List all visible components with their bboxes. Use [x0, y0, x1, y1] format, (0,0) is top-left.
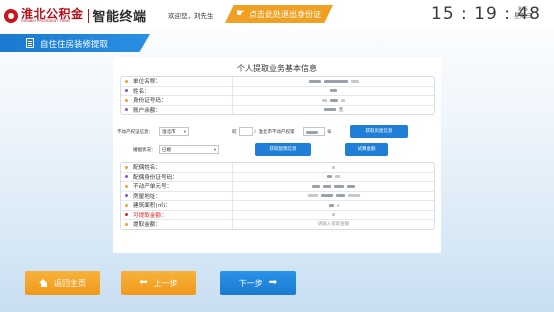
table-row: 房屋地址： — [121, 191, 434, 201]
row-label: 提取金额： — [133, 222, 161, 229]
row-value — [233, 163, 434, 172]
row-label: 账户余额： — [133, 107, 161, 114]
table-row: 配偶身份证号码： — [121, 172, 434, 182]
logout-button[interactable]: ☛ 点击此处退出身份证 — [225, 5, 333, 23]
row-label: 房屋地址： — [133, 193, 161, 200]
detail-info-table: 配偶姓名： 配偶身份证号码： 不动产单元号： 房屋地址： 建筑面积(㎡)： 可提… — [120, 162, 435, 230]
date-text: 8-5 — [518, 6, 528, 13]
weekday-text: 星期三 — [514, 13, 533, 20]
row-label: 单位名称： — [133, 79, 161, 86]
row-label: 可提取金额： — [133, 212, 167, 219]
city-select-value: 淮北市 — [162, 130, 176, 135]
document-icon — [26, 38, 34, 48]
arrow-left-icon: ⬅ — [139, 277, 148, 288]
section-banner: 自住住房装修提取 — [0, 34, 150, 52]
row-label: 不动产单元号： — [133, 184, 173, 191]
get-spouse-button[interactable]: 获取配偶信息 — [255, 143, 311, 156]
bullet-dot-icon — [125, 194, 128, 198]
calc-amount-button[interactable]: 试算金额 — [345, 143, 388, 156]
home-button[interactable]: 返回主页 — [25, 271, 100, 295]
property-label: 不动产权证信息： — [117, 130, 153, 135]
city-select[interactable]: 淮北市 ▾ — [159, 127, 189, 136]
property-year-field[interactable] — [239, 127, 253, 136]
home-icon — [39, 279, 48, 287]
table-row: 不动产单元号： — [121, 182, 434, 192]
hand-pointer-icon: ☛ — [236, 8, 245, 19]
bullet-dot-icon — [125, 79, 128, 83]
row-value — [233, 173, 434, 182]
table-row: 账户余额： 元 — [121, 105, 434, 115]
table-row: 单位名称： — [121, 77, 434, 87]
marital-select[interactable]: 已婚 ▾ — [159, 145, 219, 154]
property-number-field[interactable] — [303, 127, 325, 136]
arrow-right-icon: ➡ — [268, 277, 278, 288]
chevron-down-icon: ▾ — [183, 130, 186, 135]
table-row: 姓名： — [121, 86, 434, 96]
bullet-dot-icon — [125, 222, 128, 226]
bullet-dot-icon — [125, 175, 128, 179]
table-row: 建筑面积(㎡)： — [121, 201, 434, 211]
bullet-dot-icon — [125, 89, 128, 93]
info-card: 个人提取业务基本信息 单位名称： 姓名： 身份证号码： 账户余额： 元 不动产权… — [113, 57, 441, 253]
property-mid-text: ）淮北市不动产权第 — [254, 130, 295, 135]
logo-name: 淮北公积金 — [21, 6, 84, 21]
bullet-dot-icon — [125, 98, 128, 102]
bullet-dot-icon — [125, 213, 128, 217]
logo-divider — [87, 8, 89, 23]
bullet-dot-icon — [125, 203, 128, 207]
app-title: 智能终端 — [92, 10, 147, 25]
logo-mark-icon — [4, 8, 18, 23]
bullet-dot-icon — [125, 108, 128, 112]
top-header: 淮北公积金 HUAIBEI PROVIDENT FUND 智能终端 欢迎您，刘先… — [0, 0, 554, 28]
table-row: 配偶姓名： — [121, 163, 434, 173]
chevron-down-icon: ▾ — [213, 148, 216, 153]
row-value — [233, 211, 434, 220]
withdraw-amount-input[interactable]: 请输入提取金额 — [233, 220, 434, 229]
row-label: 建筑面积(㎡)： — [133, 203, 171, 210]
row-value — [233, 192, 434, 201]
row-label: 配偶姓名： — [133, 165, 161, 172]
next-step-button[interactable]: 下一步 ➡ — [220, 271, 296, 295]
home-button-label: 返回主页 — [54, 278, 86, 288]
table-row: 提取金额： 请输入提取金额 — [121, 220, 434, 229]
prev-step-label: 上一步 — [153, 278, 178, 288]
property-suffix: 号 — [327, 130, 332, 135]
row-value — [233, 201, 434, 210]
row-label: 配偶身份证号码： — [133, 174, 178, 181]
date-display: 8-5 星期三 — [514, 6, 532, 20]
row-label: 姓名： — [133, 88, 150, 95]
bullet-dot-icon — [125, 165, 128, 169]
basic-info-table: 单位名称： 姓名： 身份证号码： 账户余额： 元 — [120, 76, 435, 115]
next-step-label: 下一步 — [238, 278, 263, 288]
row-value — [233, 77, 434, 86]
withdraw-amount-placeholder: 请输入提取金额 — [317, 222, 350, 228]
row-label: 身份证号码： — [133, 98, 167, 105]
table-row: 身份证号码： — [121, 96, 434, 106]
marital-select-value: 已婚 — [162, 148, 171, 153]
prev-step-button[interactable]: ⬅ 上一步 — [121, 271, 196, 295]
marital-label: 婚姻状况： — [133, 148, 156, 153]
bullet-dot-icon — [125, 184, 128, 188]
row-value — [233, 182, 434, 191]
card-title: 个人提取业务基本信息 — [237, 64, 317, 73]
logo: 淮北公积金 HUAIBEI PROVIDENT FUND 智能终端 — [4, 6, 147, 25]
section-title: 自住住房装修提取 — [40, 40, 109, 50]
row-value — [233, 87, 434, 96]
welcome-text: 欢迎您，刘先生 — [168, 12, 214, 20]
logout-label: 点击此处退出身份证 — [249, 10, 321, 19]
table-row: 可提取金额： — [121, 210, 434, 220]
get-property-button[interactable]: 获取房屋信息 — [350, 125, 408, 138]
currency-unit: 元 — [338, 107, 344, 113]
row-value — [233, 96, 434, 105]
row-value: 元 — [233, 106, 434, 115]
